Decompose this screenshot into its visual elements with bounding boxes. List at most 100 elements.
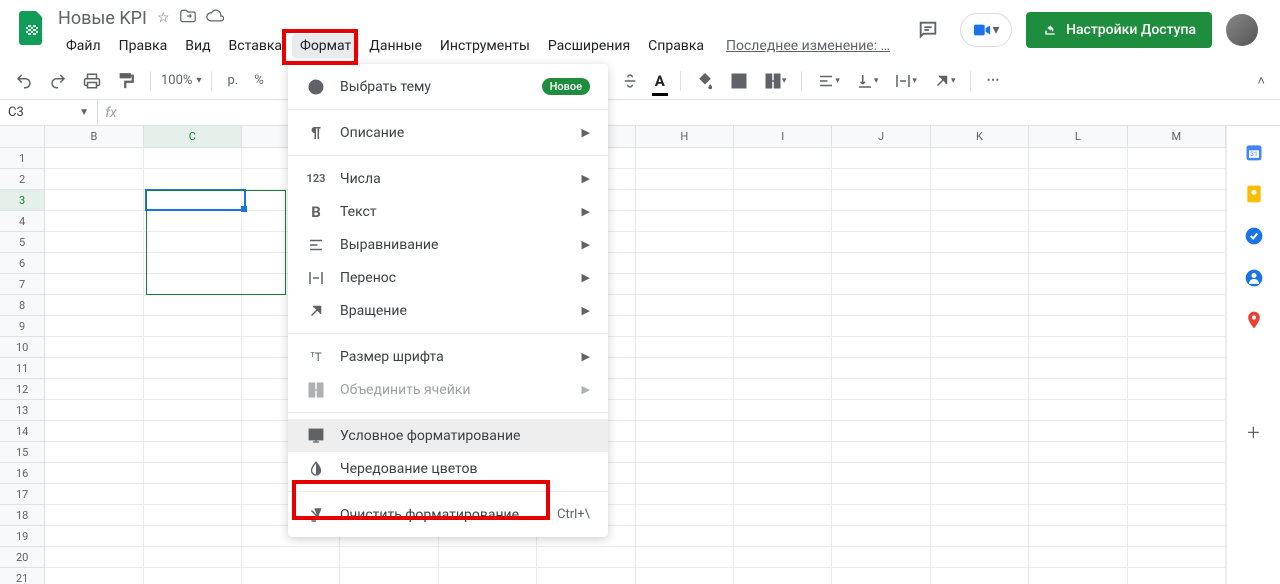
cell[interactable] (832, 232, 930, 253)
cloud-status-icon[interactable] (206, 9, 224, 27)
cell[interactable] (1128, 421, 1226, 442)
cell[interactable] (1128, 190, 1226, 211)
cell[interactable] (45, 526, 143, 547)
cell[interactable] (636, 442, 734, 463)
col-header[interactable]: H (636, 126, 734, 148)
menu-format[interactable]: Формат (292, 34, 359, 58)
menu-theme[interactable]: Выбрать тему Новое (288, 70, 608, 103)
cell[interactable] (1128, 463, 1226, 484)
cell[interactable] (144, 337, 242, 358)
col-header[interactable]: I (734, 126, 832, 148)
cell[interactable] (636, 337, 734, 358)
cell[interactable] (636, 379, 734, 400)
cell[interactable] (636, 484, 734, 505)
cell[interactable] (45, 295, 143, 316)
row-header[interactable]: 1 (0, 148, 45, 169)
cell[interactable] (931, 526, 1029, 547)
cell[interactable] (734, 211, 832, 232)
row-header[interactable]: 15 (0, 442, 45, 463)
cell[interactable] (931, 505, 1029, 526)
menu-alignment[interactable]: Выравнивание ▶ (288, 228, 608, 261)
cell[interactable] (832, 274, 930, 295)
name-box[interactable]: C3▼ (0, 100, 98, 125)
maps-icon[interactable] (1244, 310, 1264, 330)
cell[interactable] (734, 484, 832, 505)
cell[interactable] (45, 358, 143, 379)
cell[interactable] (45, 547, 143, 568)
cell[interactable] (45, 190, 143, 211)
row-header[interactable]: 3 (0, 190, 45, 211)
cell[interactable] (931, 379, 1029, 400)
cell[interactable] (931, 148, 1029, 169)
cell[interactable] (242, 547, 340, 568)
cell[interactable] (832, 505, 930, 526)
print-icon[interactable] (78, 68, 106, 94)
row-header[interactable]: 2 (0, 169, 45, 190)
valign-icon[interactable]: ▾ (851, 68, 884, 94)
row-header[interactable]: 13 (0, 400, 45, 421)
wrap-icon[interactable]: ▾ (889, 68, 922, 94)
cell[interactable] (931, 442, 1029, 463)
cell[interactable] (832, 379, 930, 400)
cell[interactable] (537, 568, 635, 584)
row-header[interactable]: 20 (0, 547, 45, 568)
col-header[interactable]: J (832, 126, 930, 148)
cell[interactable] (832, 190, 930, 211)
cell[interactable] (1128, 337, 1226, 358)
cell[interactable] (1029, 400, 1127, 421)
cell[interactable] (832, 169, 930, 190)
calendar-icon[interactable]: 31 (1244, 142, 1264, 162)
cell[interactable] (832, 421, 930, 442)
star-icon[interactable]: ☆ (157, 10, 170, 26)
cell[interactable] (1029, 295, 1127, 316)
move-icon[interactable] (180, 9, 196, 27)
cell[interactable] (1029, 379, 1127, 400)
cell[interactable] (734, 568, 832, 584)
cell[interactable] (832, 358, 930, 379)
sheets-logo[interactable] (12, 8, 52, 48)
row-header[interactable]: 4 (0, 211, 45, 232)
cell[interactable] (931, 274, 1029, 295)
cell[interactable] (45, 253, 143, 274)
row-header[interactable]: 21 (0, 568, 45, 584)
cell[interactable] (144, 400, 242, 421)
cell[interactable] (636, 526, 734, 547)
cell[interactable] (636, 547, 734, 568)
cell[interactable] (832, 253, 930, 274)
cell[interactable] (1128, 148, 1226, 169)
cell[interactable] (45, 505, 143, 526)
cell[interactable] (636, 211, 734, 232)
cell[interactable] (734, 463, 832, 484)
merge-icon[interactable]: ▾ (759, 68, 792, 94)
cell[interactable] (832, 484, 930, 505)
row-header[interactable]: 5 (0, 232, 45, 253)
cell[interactable] (1128, 568, 1226, 584)
cell[interactable] (832, 547, 930, 568)
row-header[interactable]: 18 (0, 505, 45, 526)
menu-conditional-formatting[interactable]: Условное форматирование (288, 419, 608, 452)
share-button[interactable]: Настройки Доступа (1026, 12, 1212, 48)
cell[interactable] (832, 400, 930, 421)
menu-numbers[interactable]: 123 Числа ▶ (288, 162, 608, 195)
cell[interactable] (636, 169, 734, 190)
col-header[interactable]: M (1128, 126, 1226, 148)
row-header[interactable]: 17 (0, 484, 45, 505)
cell[interactable] (242, 568, 340, 584)
cell[interactable] (45, 211, 143, 232)
cell[interactable] (1029, 253, 1127, 274)
row-header[interactable]: 19 (0, 526, 45, 547)
zoom-select[interactable]: 100% ▾ (161, 73, 201, 88)
last-change-link[interactable]: Последнее изменение: … (726, 38, 890, 54)
cell[interactable] (340, 547, 438, 568)
paint-format-icon[interactable] (112, 68, 140, 94)
cell[interactable] (45, 169, 143, 190)
cell[interactable] (734, 526, 832, 547)
cell[interactable] (1128, 274, 1226, 295)
cell[interactable] (1029, 337, 1127, 358)
cell[interactable] (1029, 526, 1127, 547)
cell[interactable] (1029, 547, 1127, 568)
cell[interactable] (45, 148, 143, 169)
cell[interactable] (931, 253, 1029, 274)
comments-icon[interactable] (910, 12, 946, 48)
cell[interactable] (636, 316, 734, 337)
